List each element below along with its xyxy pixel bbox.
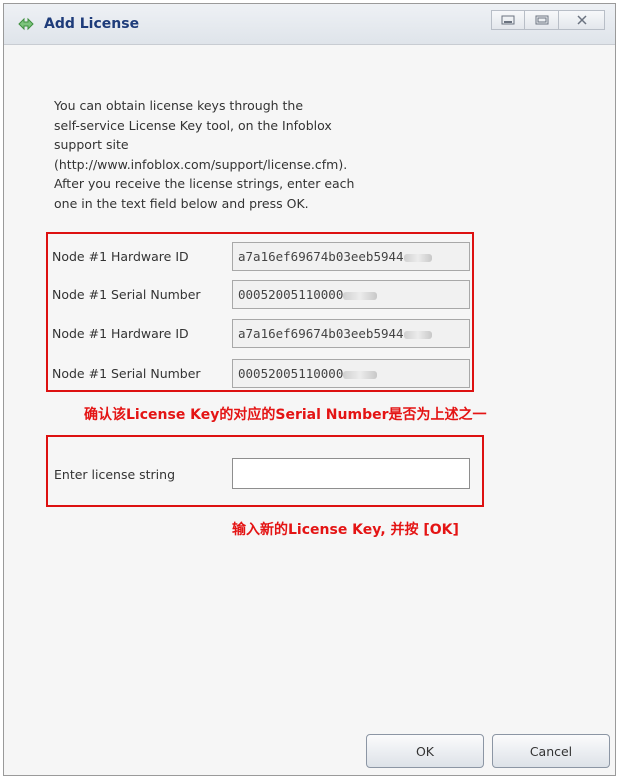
minimize-button[interactable]	[491, 10, 525, 30]
node-2-hardware-id-value: a7a16ef69674b03eeb5944	[238, 326, 404, 341]
license-instructions: You can obtain license keys through the …	[54, 98, 355, 211]
node-2-serial-number-field: 00052005110000	[232, 359, 470, 388]
node-1-serial-number-field: 00052005110000	[232, 280, 470, 309]
node-1-hardware-id-label: Node #1 Hardware ID	[52, 249, 189, 264]
node-1-serial-number-label: Node #1 Serial Number	[52, 287, 201, 302]
redacted-mask	[403, 330, 432, 339]
maximize-button[interactable]	[525, 10, 559, 30]
window-controls	[491, 10, 605, 32]
minimize-icon	[501, 15, 515, 25]
maximize-icon	[535, 15, 548, 25]
node-2-serial-number-value: 00052005110000	[238, 366, 344, 381]
ok-button[interactable]: OK	[366, 734, 484, 768]
window-title: Add License	[44, 16, 140, 32]
add-license-dialog: Add License You can obtain license keys …	[3, 3, 616, 776]
redacted-mask	[343, 291, 378, 300]
node-1-hardware-id-field: a7a16ef69674b03eeb5944	[232, 242, 470, 271]
node-2-hardware-id-label: Node #1 Hardware ID	[52, 326, 189, 341]
title-bar[interactable]: Add License	[4, 4, 615, 45]
enter-license-annotation: 输入新的License Key, 并按 [OK]	[232, 522, 459, 538]
redacted-mask	[343, 370, 378, 379]
node-2-hardware-id-field: a7a16ef69674b03eeb5944	[232, 319, 470, 348]
redacted-mask	[403, 253, 432, 262]
diamond-arrow-icon	[18, 16, 34, 31]
close-button[interactable]	[559, 10, 605, 30]
close-icon	[576, 15, 587, 25]
license-string-label: Enter license string	[54, 467, 176, 482]
license-string-input[interactable]	[232, 458, 470, 489]
verify-serial-annotation: 确认该License Key的对应的Serial Number是否为上述之一	[84, 407, 487, 423]
node-1-hardware-id-value: a7a16ef69674b03eeb5944	[238, 249, 404, 264]
cancel-button[interactable]: Cancel	[492, 734, 610, 768]
node-2-serial-number-label: Node #1 Serial Number	[52, 366, 201, 381]
node-1-serial-number-value: 00052005110000	[238, 287, 344, 302]
